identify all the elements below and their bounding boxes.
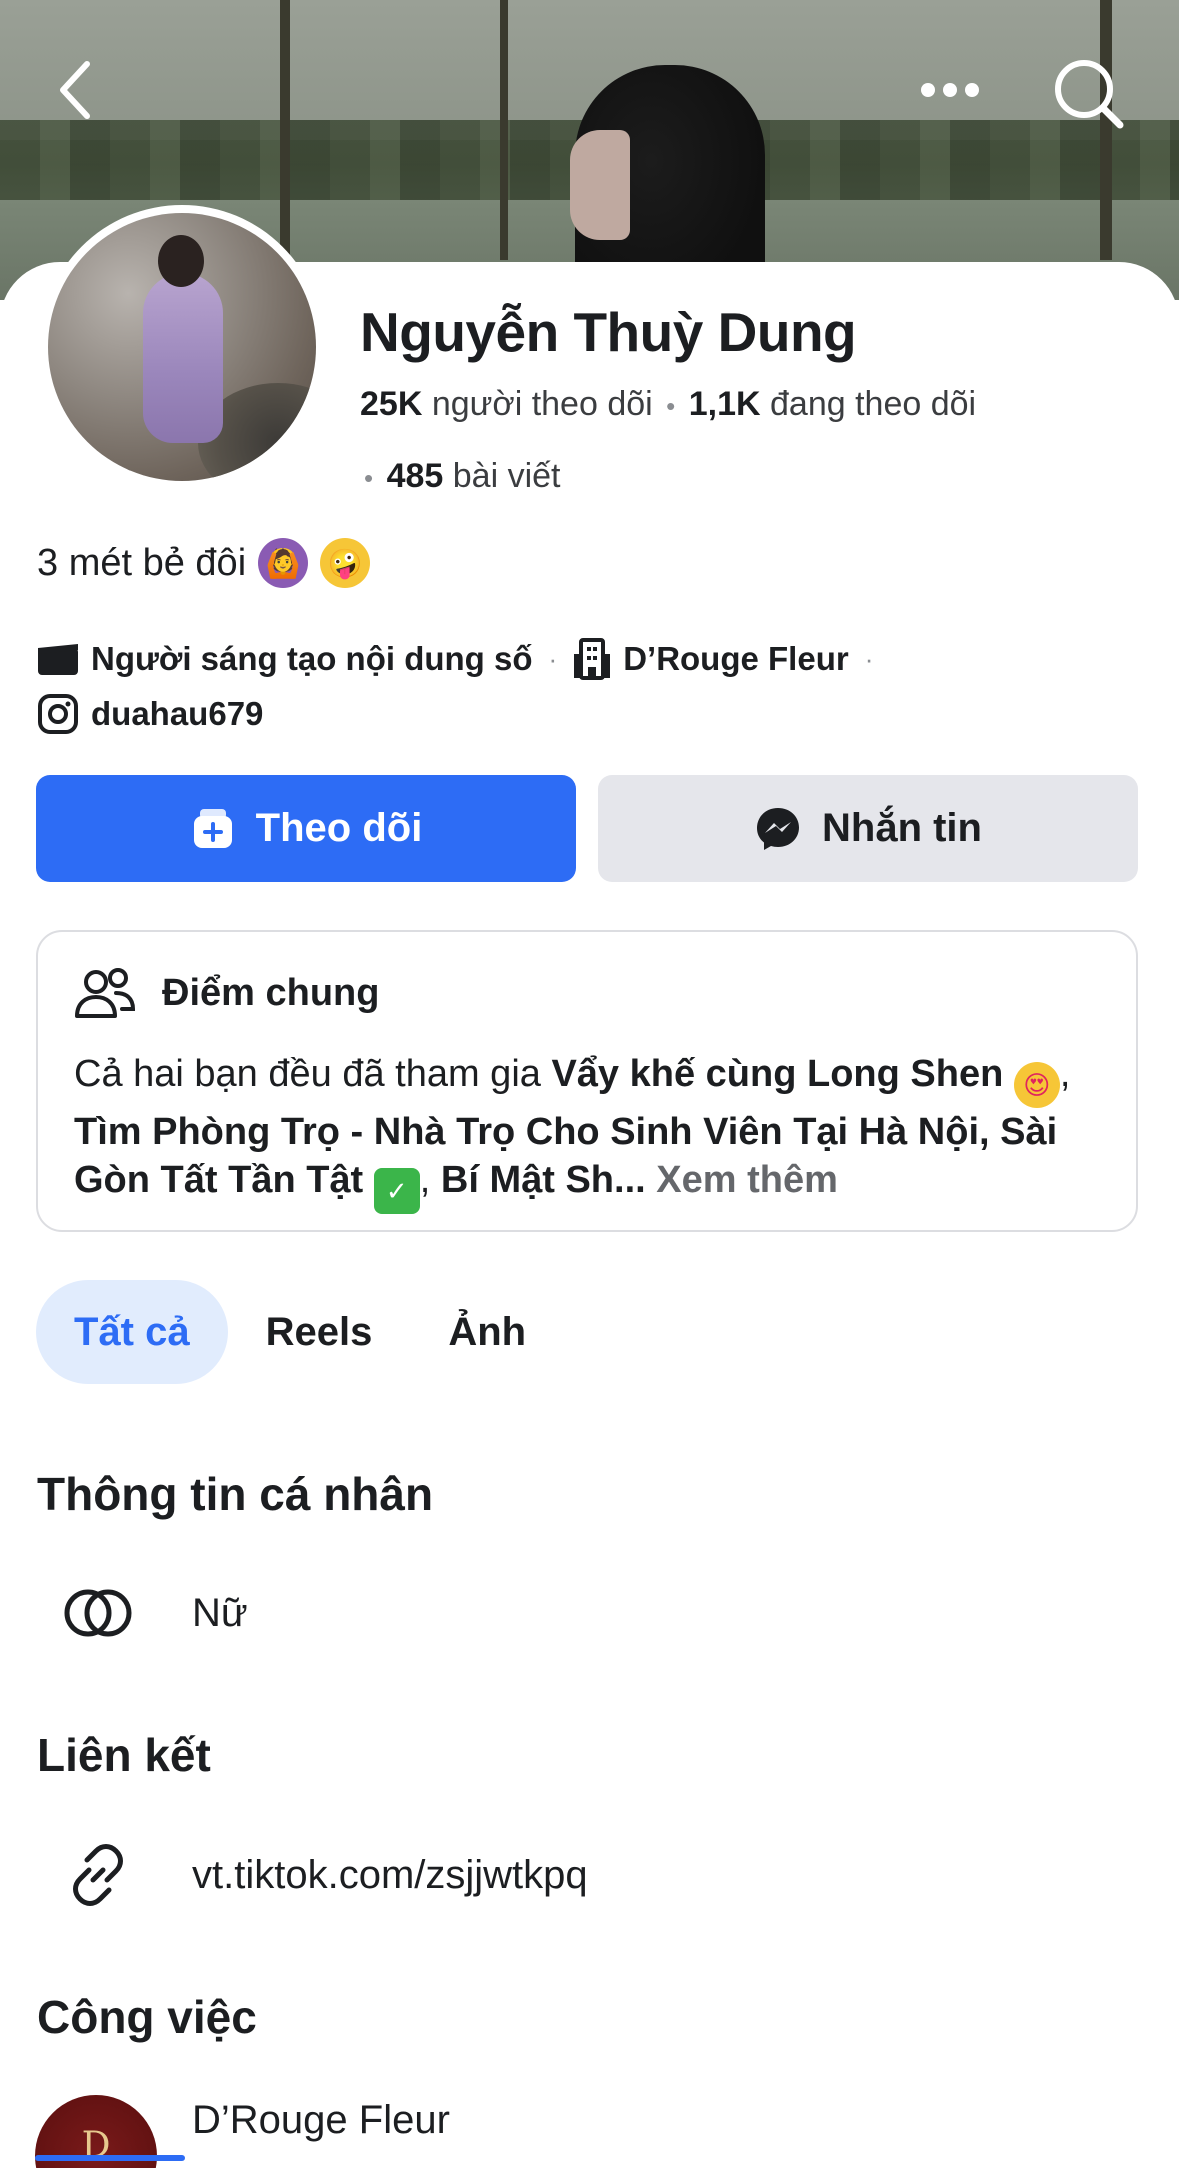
- tab-reels[interactable]: Reels: [228, 1280, 411, 1384]
- tab-photos[interactable]: Ảnh: [410, 1280, 564, 1384]
- category-text: Người sáng tạo nội dung số: [91, 640, 533, 677]
- mutual-info-text: Cả hai bạn đều đã tham gia Vẩy khế cùng …: [74, 1050, 1114, 1214]
- scroll-indicator: [35, 2155, 185, 2161]
- follow-plus-icon: [193, 808, 232, 848]
- follow-label: Theo dõi: [255, 806, 423, 850]
- see-more-link[interactable]: Xem thêm: [656, 1159, 838, 1201]
- work-title: Công việc: [37, 1991, 257, 2043]
- links-title: Liên kết: [37, 1729, 211, 1781]
- chevron-left-icon: [60, 61, 90, 119]
- bio-text: 3 mét bẻ đôi: [37, 541, 247, 584]
- avatar-dress: [143, 273, 223, 443]
- separator-dot: •: [364, 463, 374, 493]
- cover-tree-trunk: [280, 0, 290, 260]
- profile-tabs: Tất cả Reels Ảnh: [36, 1280, 564, 1384]
- bio: 3 mét bẻ đôi 🙆 🤪: [37, 538, 371, 588]
- company-name[interactable]: D’Rouge Fleur: [192, 2098, 450, 2143]
- separator-dot: •: [666, 391, 676, 421]
- message-label: Nhắn tin: [822, 806, 982, 850]
- link-icon-wrap: [58, 1840, 138, 1910]
- following-label[interactable]: đang theo dõi: [770, 385, 976, 423]
- people-icon: [75, 968, 136, 1018]
- instagram-handle[interactable]: duahau679: [91, 695, 263, 733]
- gender-rings-icon: [64, 1589, 132, 1637]
- search-button[interactable]: [1040, 45, 1135, 140]
- cover-tree-trunk: [500, 0, 508, 260]
- gender-icon-wrap: [58, 1587, 138, 1639]
- mutual-info-title: Điểm chung: [162, 971, 380, 1014]
- posts-count: 485: [386, 457, 444, 495]
- tiktok-link[interactable]: vt.tiktok.com/zsjjwtkpq: [192, 1853, 588, 1898]
- link-row[interactable]: vt.tiktok.com/zsjjwtkpq: [0, 1825, 1179, 1925]
- meta-line-2: duahau679: [37, 693, 263, 735]
- followers-count[interactable]: 25K: [360, 385, 422, 423]
- post-stats: • 485 bài viết: [360, 457, 560, 496]
- messenger-icon: [757, 807, 799, 850]
- mutual-group-3[interactable]: Bí Mật Sh...: [441, 1159, 646, 1201]
- mutual-intro: Cả hai bạn đều đã tham gia: [74, 1053, 552, 1095]
- mutual-info-header: Điểm chung: [74, 966, 379, 1020]
- building-icon: [574, 638, 611, 680]
- tab-all[interactable]: Tất cả: [36, 1280, 228, 1384]
- gender-row: Nữ: [0, 1563, 1179, 1663]
- follow-button[interactable]: Theo dõi: [36, 775, 576, 882]
- following-count[interactable]: 1,1K: [689, 385, 761, 423]
- mutual-info-card[interactable]: Điểm chung Cả hai bạn đều đã tham gia Vẩ…: [36, 930, 1138, 1232]
- back-button[interactable]: [40, 50, 110, 130]
- cover-person-face: [570, 130, 630, 240]
- zany-face-emoji-icon: 🤪: [320, 538, 371, 588]
- separator-dot: ·: [548, 643, 558, 674]
- gender-value: Nữ: [192, 1590, 248, 1635]
- link-icon: [73, 1844, 123, 1906]
- followers-label[interactable]: người theo dõi: [432, 385, 653, 423]
- posts-label: bài viết: [452, 457, 561, 495]
- workplace-link[interactable]: D’Rouge Fleur: [623, 640, 849, 678]
- avatar[interactable]: [48, 213, 316, 481]
- message-button[interactable]: Nhắn tin: [598, 775, 1138, 882]
- search-icon: [1054, 59, 1123, 128]
- personal-info-title: Thông tin cá nhân: [37, 1468, 434, 1520]
- separator-dot: ·: [864, 643, 874, 674]
- instagram-icon: [38, 694, 78, 734]
- profile-name: Nguyễn Thuỳ Dung: [360, 301, 857, 363]
- person-gesture-emoji-icon: 🙆: [258, 538, 309, 588]
- more-button[interactable]: [900, 55, 1000, 125]
- meta-line-1: Người sáng tạo nội dung số · D’Rouge Fle…: [37, 638, 877, 680]
- check-mark-emoji-icon: ✓: [373, 1168, 420, 1214]
- mutual-group-1[interactable]: Vẩy khế cùng Long Shen: [551, 1053, 1003, 1095]
- heart-eyes-emoji-icon: 😍: [1013, 1062, 1060, 1108]
- avatar-head: [158, 235, 204, 287]
- follow-stats: 25K người theo dõi • 1,1K đang theo dõi: [360, 385, 976, 424]
- more-dots-icon: [921, 83, 979, 97]
- clapperboard-icon: [38, 644, 78, 675]
